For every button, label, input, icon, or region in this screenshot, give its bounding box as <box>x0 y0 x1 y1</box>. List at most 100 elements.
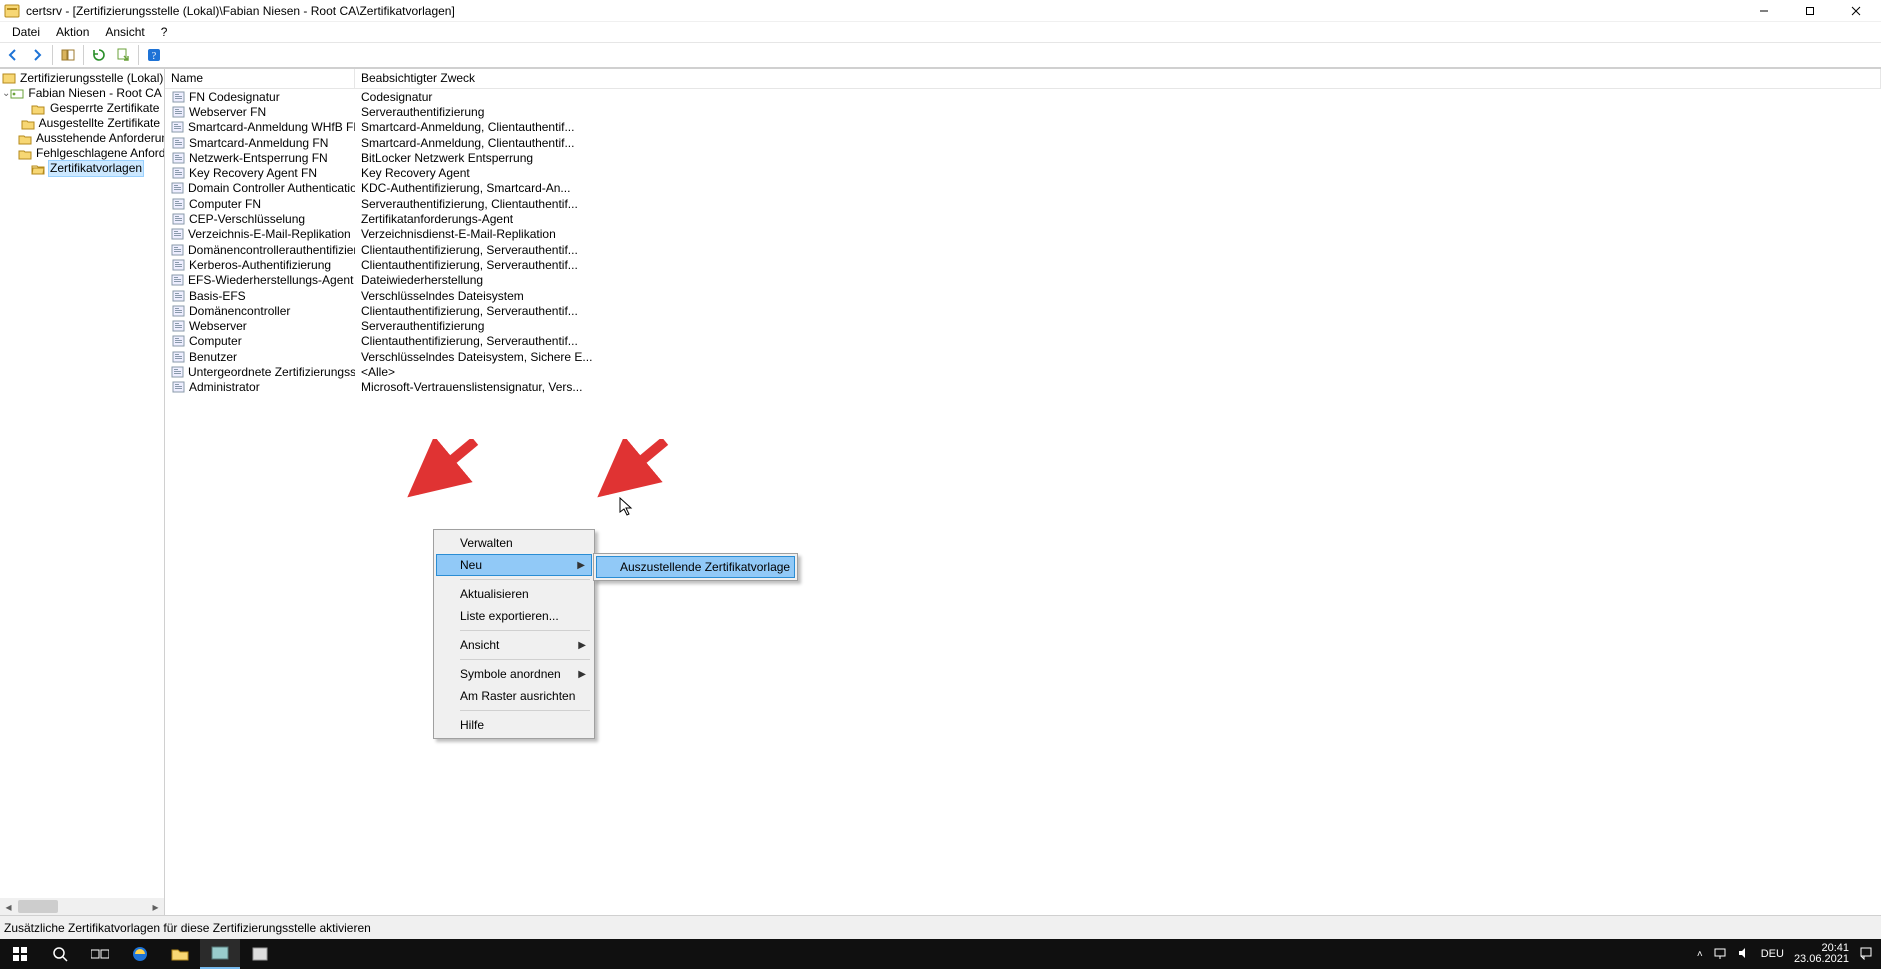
cell-purpose: Codesignatur <box>355 90 1881 104</box>
list-row[interactable]: Webserver FNServerauthentifizierung <box>165 104 1881 119</box>
list-row[interactable]: Key Recovery Agent FNKey Recovery Agent <box>165 165 1881 180</box>
column-header-name[interactable]: Name <box>165 69 355 88</box>
tree-node-4-icon <box>30 161 46 176</box>
menu-ansicht[interactable]: Ansicht <box>97 22 152 42</box>
cell-purpose: Serverauthentifizierung, Clientauthentif… <box>355 197 1881 211</box>
list-row[interactable]: Domänencontroller Clientauthentifizierung… <box>165 303 1881 318</box>
export-list-button[interactable] <box>112 44 134 66</box>
tree-node-1[interactable]: Ausgestellte Zertifikate <box>0 116 164 131</box>
list-row[interactable]: Smartcard-Anmeldung WHfB FNSmartcard-Anm… <box>165 120 1881 135</box>
list-row[interactable]: WebserverServerauthentifizierung <box>165 318 1881 333</box>
context-menu-item[interactable]: Neu▶ <box>436 554 592 576</box>
submenu-arrow-icon: ▶ <box>578 640 586 651</box>
list-header: Name Beabsichtigter Zweck <box>165 69 1881 89</box>
show-hide-tree-button[interactable] <box>57 44 79 66</box>
context-menu-item-label: Aktualisieren <box>460 587 529 601</box>
scroll-right-icon[interactable]: ▸ <box>147 898 164 915</box>
list-row[interactable]: Benutzer Verschlüsselndes Dateisystem, Si… <box>165 349 1881 364</box>
taskbar[interactable]: ˄ DEU 20:41 23.06.2021 <box>0 939 1881 969</box>
minimize-button[interactable] <box>1741 0 1787 21</box>
cell-purpose: Clientauthentifizierung, Serverauthentif… <box>355 304 1881 318</box>
taskbar-app-ie[interactable] <box>120 939 160 969</box>
list-row[interactable]: Basis-EFSVerschlüsselndes Dateisystem <box>165 288 1881 303</box>
cell-name: EFS-Wiederherstellungs-Agent <box>188 273 353 287</box>
cert-template-icon <box>171 152 185 164</box>
context-menu-item-label: Symbole anordnen <box>460 667 561 681</box>
context-menu[interactable]: VerwaltenNeu▶ Aktualisieren Liste exportie… <box>433 529 595 739</box>
maximize-button[interactable] <box>1787 0 1833 21</box>
taskbar-app-generic[interactable] <box>240 939 280 969</box>
tray-volume-icon[interactable] <box>1737 947 1751 962</box>
refresh-button[interactable] <box>88 44 110 66</box>
list-row[interactable]: ComputerClientauthentifizierung, Servera… <box>165 334 1881 349</box>
list-row[interactable]: Untergeordnete Zertifizierungsstelle<All… <box>165 364 1881 379</box>
title-bar: certsrv - [Zertifizierungsstelle (Lokal)… <box>0 0 1881 22</box>
tree-node-0[interactable]: Gesperrte Zertifikate <box>0 101 164 116</box>
cert-template-icon <box>171 91 185 103</box>
list-pane[interactable]: Name Beabsichtigter Zweck FN Codesignatu… <box>165 69 1881 915</box>
cert-template-icon <box>171 213 185 225</box>
cert-template-icon <box>171 106 185 118</box>
list-row[interactable]: Verzeichnis-E-Mail-ReplikationVerzeichni… <box>165 227 1881 242</box>
tree-ca[interactable]: ⌄Fabian Niesen - Root CA <box>0 86 164 101</box>
list-row[interactable]: FN CodesignaturCodesignatur <box>165 89 1881 104</box>
taskbar-search-button[interactable] <box>40 939 80 969</box>
cell-name: Benutzer <box>189 350 237 364</box>
context-menu-item[interactable]: Symbole anordnen▶ <box>436 663 592 685</box>
cell-purpose: Serverauthentifizierung <box>355 319 1881 333</box>
tree-node-3[interactable]: Fehlgeschlagene Anforderungen <box>0 146 164 161</box>
task-view-button[interactable] <box>80 939 120 969</box>
cell-purpose: Verschlüsselndes Dateisystem, Sichere E.… <box>355 350 1881 364</box>
status-text: Zusätzliche Zertifikatvorlagen für diese… <box>4 921 371 935</box>
taskbar-app-certsrv[interactable] <box>200 939 240 969</box>
cell-name: Domänencontrollerauthentifizierung <box>188 243 355 257</box>
list-row[interactable]: Smartcard-Anmeldung FNSmartcard-Anmeldun… <box>165 135 1881 150</box>
tree-horizontal-scrollbar[interactable]: ◂ ▸ <box>0 898 164 915</box>
context-menu-item[interactable]: Aktualisieren <box>436 583 592 605</box>
menu-datei[interactable]: Datei <box>4 22 48 42</box>
context-menu-item[interactable]: Ansicht▶ <box>436 634 592 656</box>
menu-aktion[interactable]: Aktion <box>48 22 97 42</box>
list-row[interactable]: CEP-VerschlüsselungZertifikatanforderung… <box>165 211 1881 226</box>
cell-purpose: Serverauthentifizierung <box>355 105 1881 119</box>
status-bar: Zusätzliche Zertifikatvorlagen für diese… <box>0 915 1881 939</box>
nav-back-button[interactable] <box>2 44 24 66</box>
tree-node-4[interactable]: Zertifikatvorlagen <box>0 161 164 176</box>
list-row[interactable]: AdministratorMicrosoft-Vertrauenslistens… <box>165 380 1881 395</box>
scroll-thumb[interactable] <box>18 900 58 913</box>
tree-pane[interactable]: Zertifizierungsstelle (Lokal)⌄Fabian Nie… <box>0 69 165 915</box>
tree-label: Zertifizierungsstelle (Lokal) <box>18 71 165 86</box>
taskbar-app-explorer[interactable] <box>160 939 200 969</box>
context-menu-item-issue-template[interactable]: Auszustellende Zertifikatvorlage <box>596 556 795 578</box>
start-button[interactable] <box>0 939 40 969</box>
column-header-purpose[interactable]: Beabsichtigter Zweck <box>355 69 1881 88</box>
context-menu-item[interactable]: Am Raster ausrichten <box>436 685 592 707</box>
tray-network-icon[interactable] <box>1713 947 1727 962</box>
context-menu-item[interactable]: Liste exportieren... <box>436 605 592 627</box>
cell-name: Verzeichnis-E-Mail-Replikation <box>188 227 351 241</box>
list-row[interactable]: EFS-Wiederherstellungs-AgentDateiwiederh… <box>165 273 1881 288</box>
context-menu-item[interactable]: Hilfe <box>436 714 592 736</box>
context-menu-item[interactable]: Verwalten <box>436 532 592 554</box>
nav-forward-button[interactable] <box>26 44 48 66</box>
menu-[interactable]: ? <box>153 22 176 42</box>
cell-name: Domänencontroller <box>189 304 290 318</box>
system-tray[interactable]: ˄ DEU 20:41 23.06.2021 <box>1689 943 1881 965</box>
list-row[interactable]: DomänencontrollerauthentifizierungClient… <box>165 242 1881 257</box>
tree-node-2[interactable]: Ausstehende Anforderungen <box>0 131 164 146</box>
tray-notifications-icon[interactable] <box>1859 946 1873 963</box>
tray-language[interactable]: DEU <box>1761 948 1784 960</box>
tray-date[interactable]: 23.06.2021 <box>1794 954 1849 965</box>
context-submenu[interactable]: Auszustellende Zertifikatvorlage <box>593 553 798 581</box>
list-row[interactable]: Computer FNServerauthentifizierung, Clie… <box>165 196 1881 211</box>
tray-up-icon[interactable]: ˄ <box>1697 949 1703 960</box>
app-icon <box>4 3 20 19</box>
tree-root[interactable]: Zertifizierungsstelle (Lokal) <box>0 71 164 86</box>
list-row[interactable]: Domain Controller Authentication (K...KD… <box>165 181 1881 196</box>
scroll-left-icon[interactable]: ◂ <box>0 898 17 915</box>
help-button[interactable]: ? <box>143 44 165 66</box>
list-row[interactable]: Kerberos-AuthentifizierungClientauthenti… <box>165 257 1881 272</box>
close-button[interactable] <box>1833 0 1879 21</box>
list-row[interactable]: Netzwerk-Entsperrung FNBitLocker Netzwer… <box>165 150 1881 165</box>
cell-name: Smartcard-Anmeldung FN <box>189 136 328 150</box>
